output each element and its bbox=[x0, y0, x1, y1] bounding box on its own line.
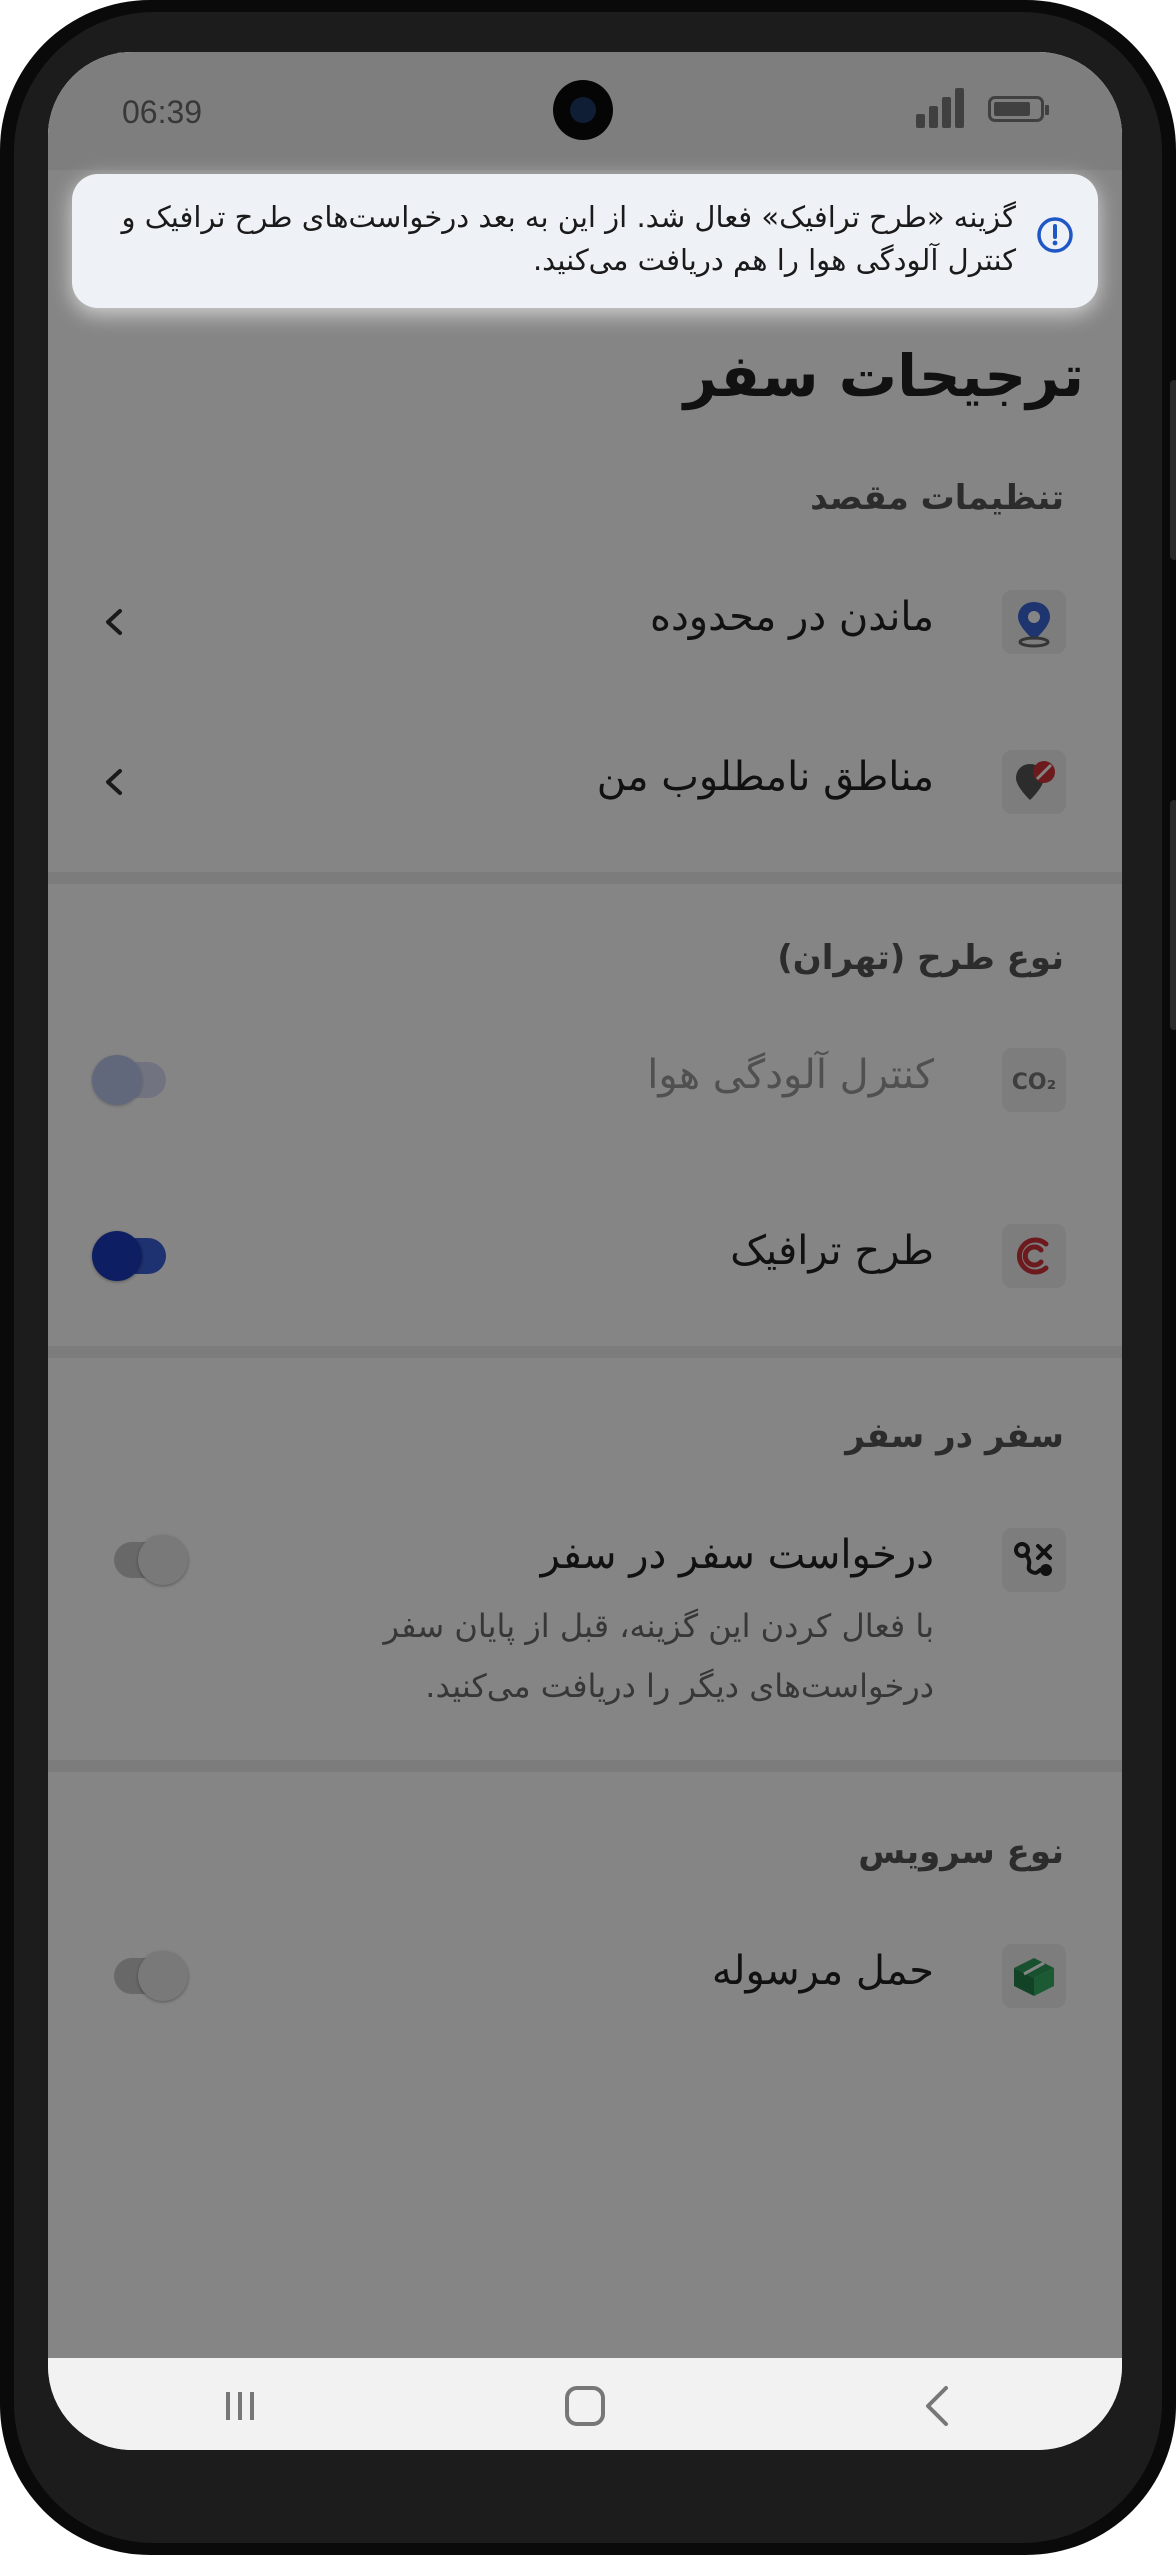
navigation-bar bbox=[48, 2358, 1122, 2450]
home-icon[interactable] bbox=[555, 2376, 615, 2436]
phone-frame: 06:39 ترجیحات سفر تنظیمات مقصد ماندن در … bbox=[0, 0, 1176, 2555]
info-icon bbox=[1037, 217, 1073, 253]
volume-button bbox=[1170, 380, 1176, 560]
toast-message: گزینه «طرح ترافیک» فعال شد. از این به بع… bbox=[121, 200, 1016, 277]
modal-dim-overlay[interactable] bbox=[48, 52, 1122, 2358]
info-toast[interactable]: گزینه «طرح ترافیک» فعال شد. از این به بع… bbox=[72, 174, 1098, 308]
power-button bbox=[1170, 800, 1176, 1030]
screen: 06:39 ترجیحات سفر تنظیمات مقصد ماندن در … bbox=[48, 52, 1122, 2450]
back-icon[interactable] bbox=[908, 2376, 968, 2436]
recent-apps-icon[interactable] bbox=[210, 2376, 270, 2436]
